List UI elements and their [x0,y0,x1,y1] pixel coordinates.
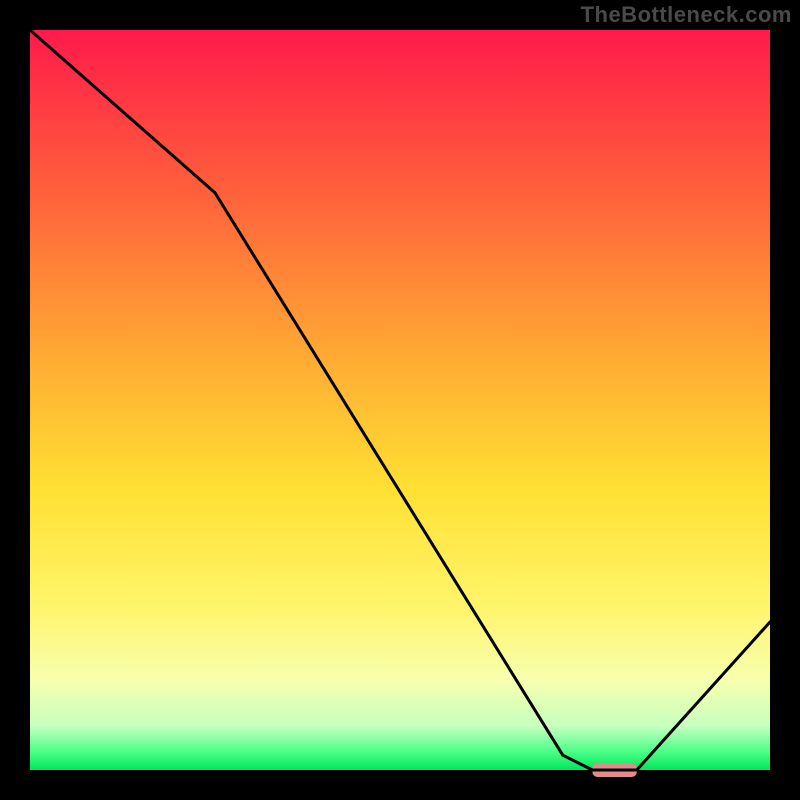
bottleneck-chart [0,0,800,800]
chart-frame: TheBottleneck.com [0,0,800,800]
plot-background [30,30,770,770]
